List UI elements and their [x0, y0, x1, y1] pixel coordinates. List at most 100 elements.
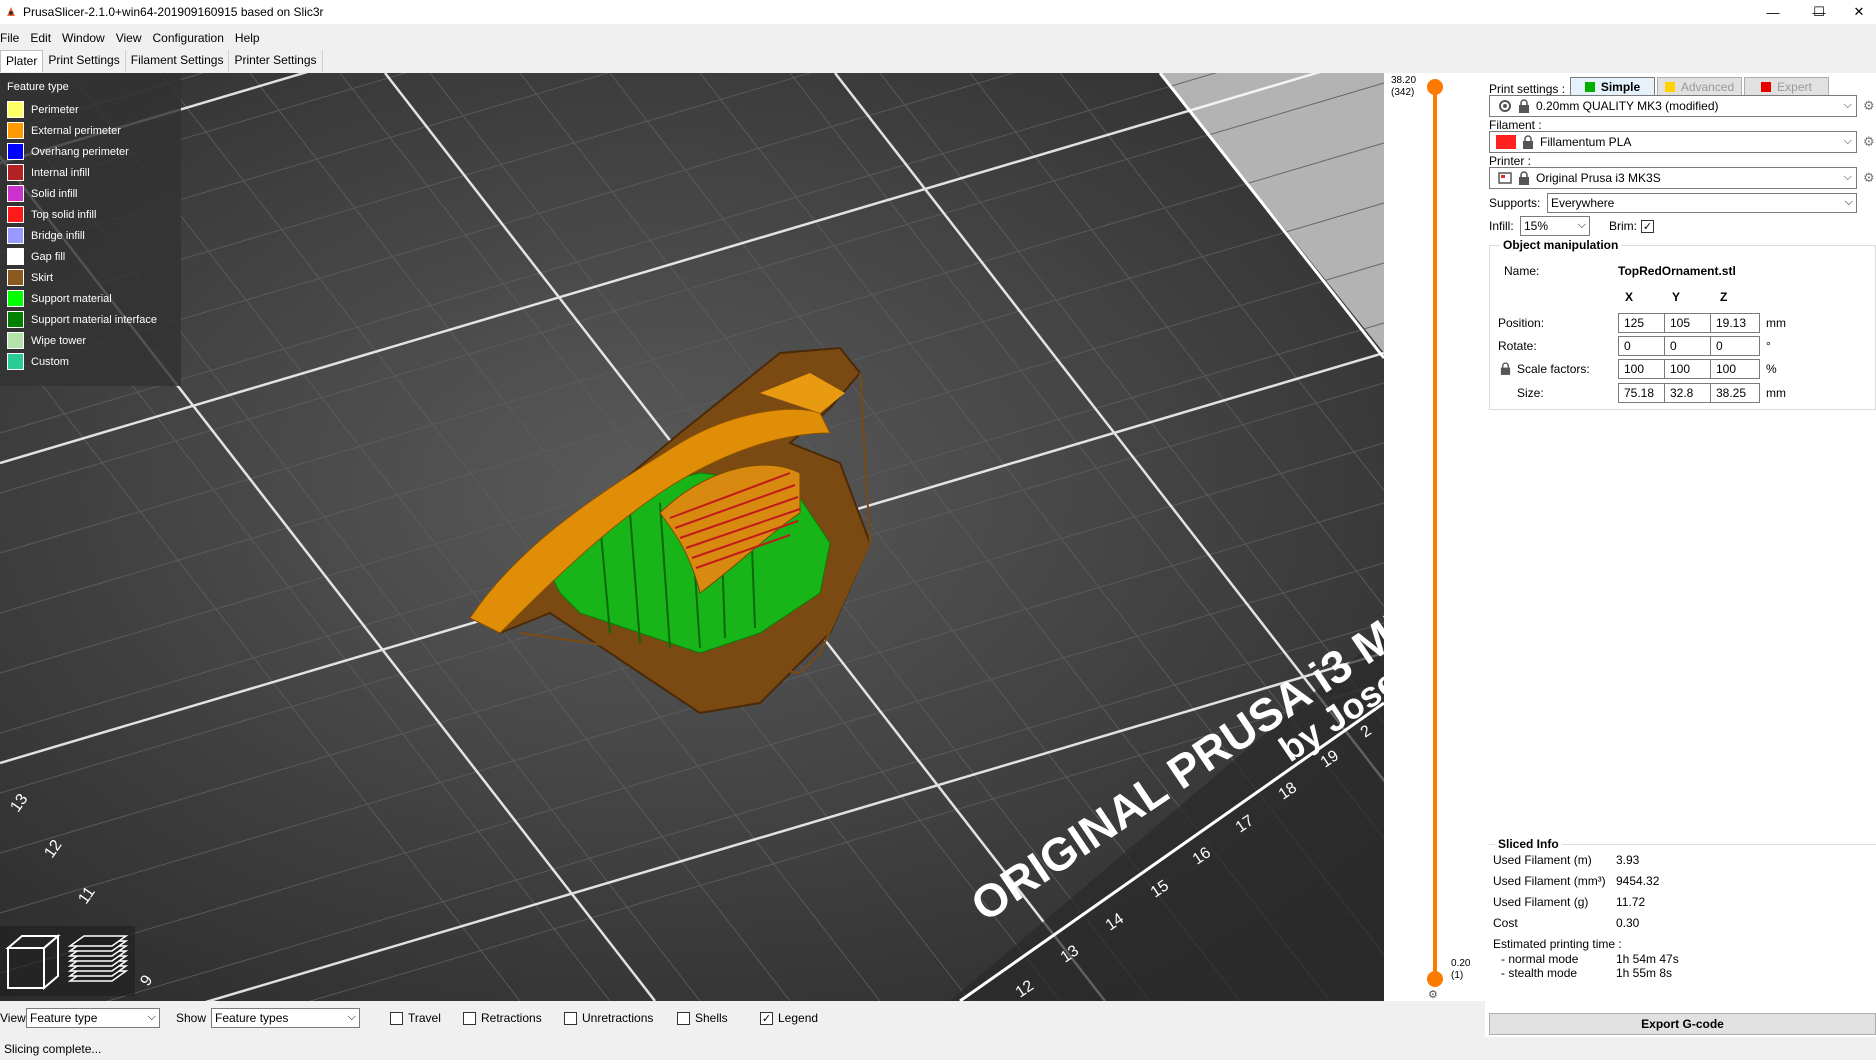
size-z-input[interactable]: 38.25	[1710, 383, 1760, 403]
scale-z-input[interactable]: 100	[1710, 359, 1760, 379]
print-settings-value: 0.20mm QUALITY MK3 (modified)	[1536, 99, 1719, 113]
menu-edit[interactable]: Edit	[30, 31, 56, 45]
supports-value: Everywhere	[1551, 196, 1615, 210]
show-feature-value: Feature types	[215, 1011, 289, 1025]
filament-combo[interactable]: Fillamentum PLA ⌵	[1489, 131, 1857, 153]
object-name-value: TopRedOrnament.stl	[1618, 264, 1736, 278]
infill-label: Infill:	[1489, 219, 1514, 233]
normal-mode-value: 1h 54m 47s	[1616, 952, 1679, 966]
legend-item: Support material	[7, 288, 181, 309]
layer-top-number: (342)	[1391, 87, 1415, 98]
legend-label: Skirt	[31, 271, 53, 284]
supports-combo[interactable]: Everywhere ⌵	[1547, 193, 1857, 213]
legend-item: Skirt	[7, 267, 181, 288]
tab-plater[interactable]: Plater	[0, 50, 44, 72]
menu-file[interactable]: File	[0, 31, 24, 45]
used-filament-m-value: 3.93	[1616, 853, 1640, 867]
retractions-checkbox[interactable]	[463, 1011, 476, 1025]
legend-label: External perimeter	[31, 124, 121, 137]
legend-option[interactable]: ✓ Legend	[760, 1011, 818, 1025]
size-x-input[interactable]: 75.18	[1618, 383, 1668, 403]
minimize-button[interactable]: —	[1750, 0, 1796, 24]
print-settings-combo[interactable]: 0.20mm QUALITY MK3 (modified) ⌵	[1489, 95, 1857, 117]
position-x-input[interactable]: 125	[1618, 313, 1668, 333]
layer-slider-upper-thumb[interactable]	[1427, 79, 1443, 95]
mode-expert-label: Expert	[1777, 80, 1812, 94]
shells-option[interactable]: Shells	[677, 1011, 728, 1025]
legend-label: Gap fill	[31, 250, 66, 263]
unretractions-label: Unretractions	[582, 1011, 654, 1025]
layer-bottom-label: 0.20 (1)	[1451, 958, 1470, 982]
position-label: Position:	[1498, 316, 1545, 330]
mode-expert-button[interactable]: Expert	[1744, 77, 1829, 97]
tab-printer-settings[interactable]: Printer Settings	[229, 50, 323, 72]
filament-gear-icon[interactable]: ⚙	[1863, 134, 1876, 150]
print-settings-label: Print settings :	[1489, 82, 1566, 96]
menu-configuration[interactable]: Configuration	[153, 31, 229, 45]
unretractions-option[interactable]: Unretractions	[564, 1011, 653, 1025]
object-manipulation-title: Object manipulation	[1500, 238, 1622, 252]
object-manipulation-panel: Object manipulation Name: TopRedOrnament…	[1489, 238, 1876, 410]
view-type-combo[interactable]: Feature type ⌵	[26, 1008, 160, 1028]
printer-gear-icon[interactable]: ⚙	[1863, 170, 1876, 186]
tab-filament-settings[interactable]: Filament Settings	[125, 50, 230, 72]
legend-item: Internal infill	[7, 162, 181, 183]
close-button[interactable]: ✕	[1842, 0, 1876, 24]
rotate-z-input[interactable]: 0	[1710, 336, 1760, 356]
size-label: Size:	[1517, 386, 1544, 400]
legend-swatch	[7, 290, 24, 307]
layers-view-icon[interactable]	[67, 935, 129, 982]
scale-label: Scale factors:	[1517, 362, 1590, 376]
brim-checkbox[interactable]: ✓	[1641, 220, 1654, 233]
mode-simple-button[interactable]: Simple	[1570, 77, 1655, 97]
axis-x-label: X	[1625, 290, 1634, 304]
filament-color-swatch	[1496, 135, 1516, 149]
stealth-mode-label: - stealth mode	[1501, 966, 1578, 980]
filament-label: Filament :	[1489, 118, 1542, 132]
travel-checkbox[interactable]	[390, 1011, 403, 1025]
advanced-mode-icon	[1664, 82, 1675, 92]
show-feature-combo[interactable]: Feature types ⌵	[211, 1008, 360, 1028]
supports-label: Supports:	[1489, 196, 1541, 210]
print-settings-gear-icon[interactable]: ⚙	[1863, 98, 1876, 114]
rotate-y-input[interactable]: 0	[1664, 336, 1714, 356]
expert-mode-icon	[1761, 82, 1772, 92]
menu-window[interactable]: Window	[62, 31, 110, 45]
scale-y-input[interactable]: 100	[1664, 359, 1714, 379]
shells-label: Shells	[695, 1011, 728, 1025]
legend-item: Bridge infill	[7, 225, 181, 246]
status-text: Slicing complete...	[4, 1041, 102, 1056]
slider-settings-icon[interactable]: ⚙	[1428, 988, 1438, 1001]
view-type-value: Feature type	[30, 1011, 98, 1025]
size-y-input[interactable]: 32.8	[1664, 383, 1714, 403]
menu-help[interactable]: Help	[235, 31, 265, 45]
layer-slider-lower-thumb[interactable]	[1427, 971, 1443, 987]
position-y-input[interactable]: 105	[1664, 313, 1714, 333]
legend-label: Bridge infill	[31, 229, 85, 242]
tab-print-settings[interactable]: Print Settings	[43, 50, 126, 72]
chevron-down-icon: ⌵	[1843, 135, 1852, 147]
legend-label: Wipe tower	[31, 334, 87, 347]
chevron-down-icon: ⌵	[1843, 99, 1852, 111]
rotate-x-input[interactable]: 0	[1618, 336, 1668, 356]
export-gcode-button[interactable]: Export G-code	[1489, 1013, 1876, 1035]
printer-icon	[1498, 172, 1512, 184]
layer-slider-track[interactable]	[1433, 86, 1437, 986]
retractions-option[interactable]: Retractions	[463, 1011, 542, 1025]
unretractions-checkbox[interactable]	[564, 1011, 577, 1025]
scale-lock-icon[interactable]	[1500, 362, 1511, 375]
legend-swatch	[7, 353, 24, 370]
infill-combo[interactable]: 15% ⌵	[1520, 216, 1590, 236]
position-z-input[interactable]: 19.13	[1710, 313, 1760, 333]
mode-advanced-label: Advanced	[1680, 80, 1735, 94]
legend-checkbox[interactable]: ✓	[760, 1011, 773, 1025]
axis-y-label: Y	[1672, 290, 1681, 304]
travel-option[interactable]: Travel	[390, 1011, 441, 1025]
maximize-button[interactable]: ☐	[1796, 0, 1842, 24]
scale-x-input[interactable]: 100	[1618, 359, 1668, 379]
shells-checkbox[interactable]	[677, 1011, 690, 1025]
3d-preview-canvas[interactable]: ORIGINAL PRUSA i3 MK by Jose 13 12 11 9 …	[0, 73, 1384, 1001]
mode-advanced-button[interactable]: Advanced	[1657, 77, 1742, 97]
menu-view[interactable]: View	[116, 31, 147, 45]
printer-combo[interactable]: Original Prusa i3 MK3S ⌵	[1489, 167, 1857, 189]
